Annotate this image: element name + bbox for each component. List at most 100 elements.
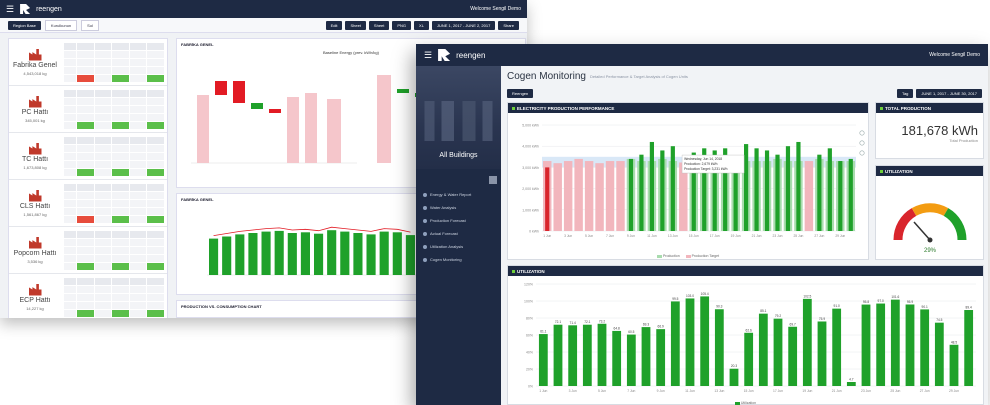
region-select-button[interactable]: Region Base [8,20,41,30]
production-bar[interactable] [566,165,571,231]
utilization-bar[interactable] [846,382,856,386]
production-bar[interactable] [806,175,811,231]
utilization-bar[interactable] [641,327,651,386]
production-bar[interactable] [817,154,822,231]
sheet-button[interactable]: Sheet [345,20,366,30]
all-buildings-label[interactable]: All Buildings [439,152,477,159]
utilization-bar[interactable] [538,334,548,386]
production-bar[interactable] [681,199,686,231]
building-selector-button[interactable]: Reengen [507,88,534,98]
legend-item-production[interactable]: Production [656,254,680,258]
sidebar-collapse-icon[interactable] [489,176,497,184]
utilization-bar[interactable] [729,368,739,386]
utilization-bar[interactable] [832,308,842,386]
utilization-bar[interactable] [612,330,622,386]
production-bar[interactable] [754,148,759,231]
utilization-bar[interactable] [553,324,563,386]
utilization-bar[interactable] [582,324,592,386]
y-tick-label: 1,000 kWh [522,208,539,212]
sidebar-item-production-forecast[interactable]: Production Forecast [416,214,501,227]
date-range-button[interactable]: JUNE 1, 2017 - JUNE 30, 2017 [916,88,982,98]
utilization-bar[interactable] [788,326,798,386]
welcome-user-label[interactable]: Welcome Sengil Demo [470,6,521,12]
production-bar[interactable] [576,161,581,231]
production-bar[interactable] [827,148,832,231]
production-bar[interactable] [607,173,613,231]
production-bar[interactable] [639,154,644,231]
share-button[interactable]: Share [498,20,519,30]
utilization-bar[interactable] [597,323,607,386]
sidebar-item-energy-water-report[interactable]: Energy & Water Report [416,188,501,201]
utilization-bar[interactable] [802,298,812,386]
factory-icon [28,48,42,61]
date-range-button[interactable]: JUNE 1, 2017 - JUNE 2, 2017 [431,20,496,30]
utilization-bar[interactable] [920,309,930,386]
production-bar[interactable] [660,150,665,231]
utilization-bar[interactable] [905,304,915,386]
plant-row[interactable]: PC Hattı 345,001 kg [9,86,167,133]
production-bar[interactable] [628,158,634,231]
utilization-bar[interactable] [773,318,783,386]
production-bar[interactable] [848,158,853,231]
hamburger-menu-icon[interactable]: ☰ [424,50,432,60]
filter-button-2[interactable]: Sol [81,19,99,31]
utilization-bar[interactable] [656,329,666,386]
utilization-bar[interactable] [876,303,886,386]
utilization-bar[interactable] [685,298,695,386]
production-bar[interactable] [587,178,592,231]
utilization-bar[interactable] [964,310,974,386]
welcome-user-label[interactable]: Welcome Sengil Demo [929,52,980,58]
production-bar[interactable] [618,167,623,231]
plant-row[interactable]: Fabrika Genel 4,543,018 kg [9,39,167,86]
legend-swatch [685,254,691,258]
sidebar-item-water-analysis[interactable]: Water Analysis [416,201,501,214]
data-label: 105.4 [701,292,709,296]
download-icon[interactable] [859,150,865,156]
sidebar-item-cogen-monitoring[interactable]: Cogen Monitoring [416,253,501,266]
zoom-icon[interactable] [859,140,865,146]
plant-row[interactable]: TC Hattı 1,673,808 kg [9,133,167,180]
plant-row[interactable]: CLS Hattı 1,561,867 kg [9,180,167,227]
production-bar[interactable] [597,180,602,231]
utilization-bar[interactable] [700,296,710,386]
utilization-bar[interactable] [934,322,944,386]
production-bar[interactable] [545,167,550,231]
png-export-button[interactable]: PNG [392,20,412,30]
utilization-bar[interactable] [744,332,754,386]
production-bar[interactable] [670,146,675,231]
menu-bullet-icon [423,192,427,197]
production-bar[interactable] [796,141,801,231]
data-label: 79.2 [775,314,781,318]
production-bar[interactable] [649,141,654,231]
edit-button[interactable]: Edit [325,20,343,30]
production-bar[interactable] [764,150,770,231]
utilization-bar[interactable] [890,299,900,386]
production-bar[interactable] [744,144,749,231]
production-bar[interactable] [555,169,560,231]
production-bar[interactable] [838,161,843,231]
production-bar[interactable] [785,146,791,231]
utilization-bar[interactable] [568,325,578,386]
waterfall-bar [305,93,317,163]
utilization-bar[interactable] [758,313,768,386]
sheet-button-2[interactable]: Sheet [368,20,390,30]
plant-row[interactable]: Popcorn Hattı 3,536 kg [9,227,167,274]
utilization-bar[interactable] [817,321,827,386]
legend-item-utilization[interactable]: Utilization [734,401,756,405]
filter-button[interactable]: Kurulkunun [44,19,78,31]
xl-export-button[interactable]: XL [414,20,429,30]
utilization-bar[interactable] [861,304,871,386]
kpi-cell [94,169,112,176]
production-bar[interactable] [775,154,780,231]
utilization-bar[interactable] [626,334,636,386]
utilization-bar[interactable] [949,344,959,386]
hamburger-menu-icon[interactable]: ☰ [6,4,14,14]
utilization-bar[interactable] [714,309,724,386]
sidebar-item-actual-forecast[interactable]: Actual Forecast [416,227,501,240]
refresh-icon[interactable] [859,130,865,136]
sidebar-item-utilization-analysis[interactable]: Utilization Analysis [416,240,501,253]
legend-item-production-target[interactable]: Production Target [685,254,719,258]
tag-button[interactable]: Tag [896,88,914,98]
utilization-bar[interactable] [670,301,680,386]
plant-row[interactable]: ECP Hattı 14,227 kg [9,274,167,318]
